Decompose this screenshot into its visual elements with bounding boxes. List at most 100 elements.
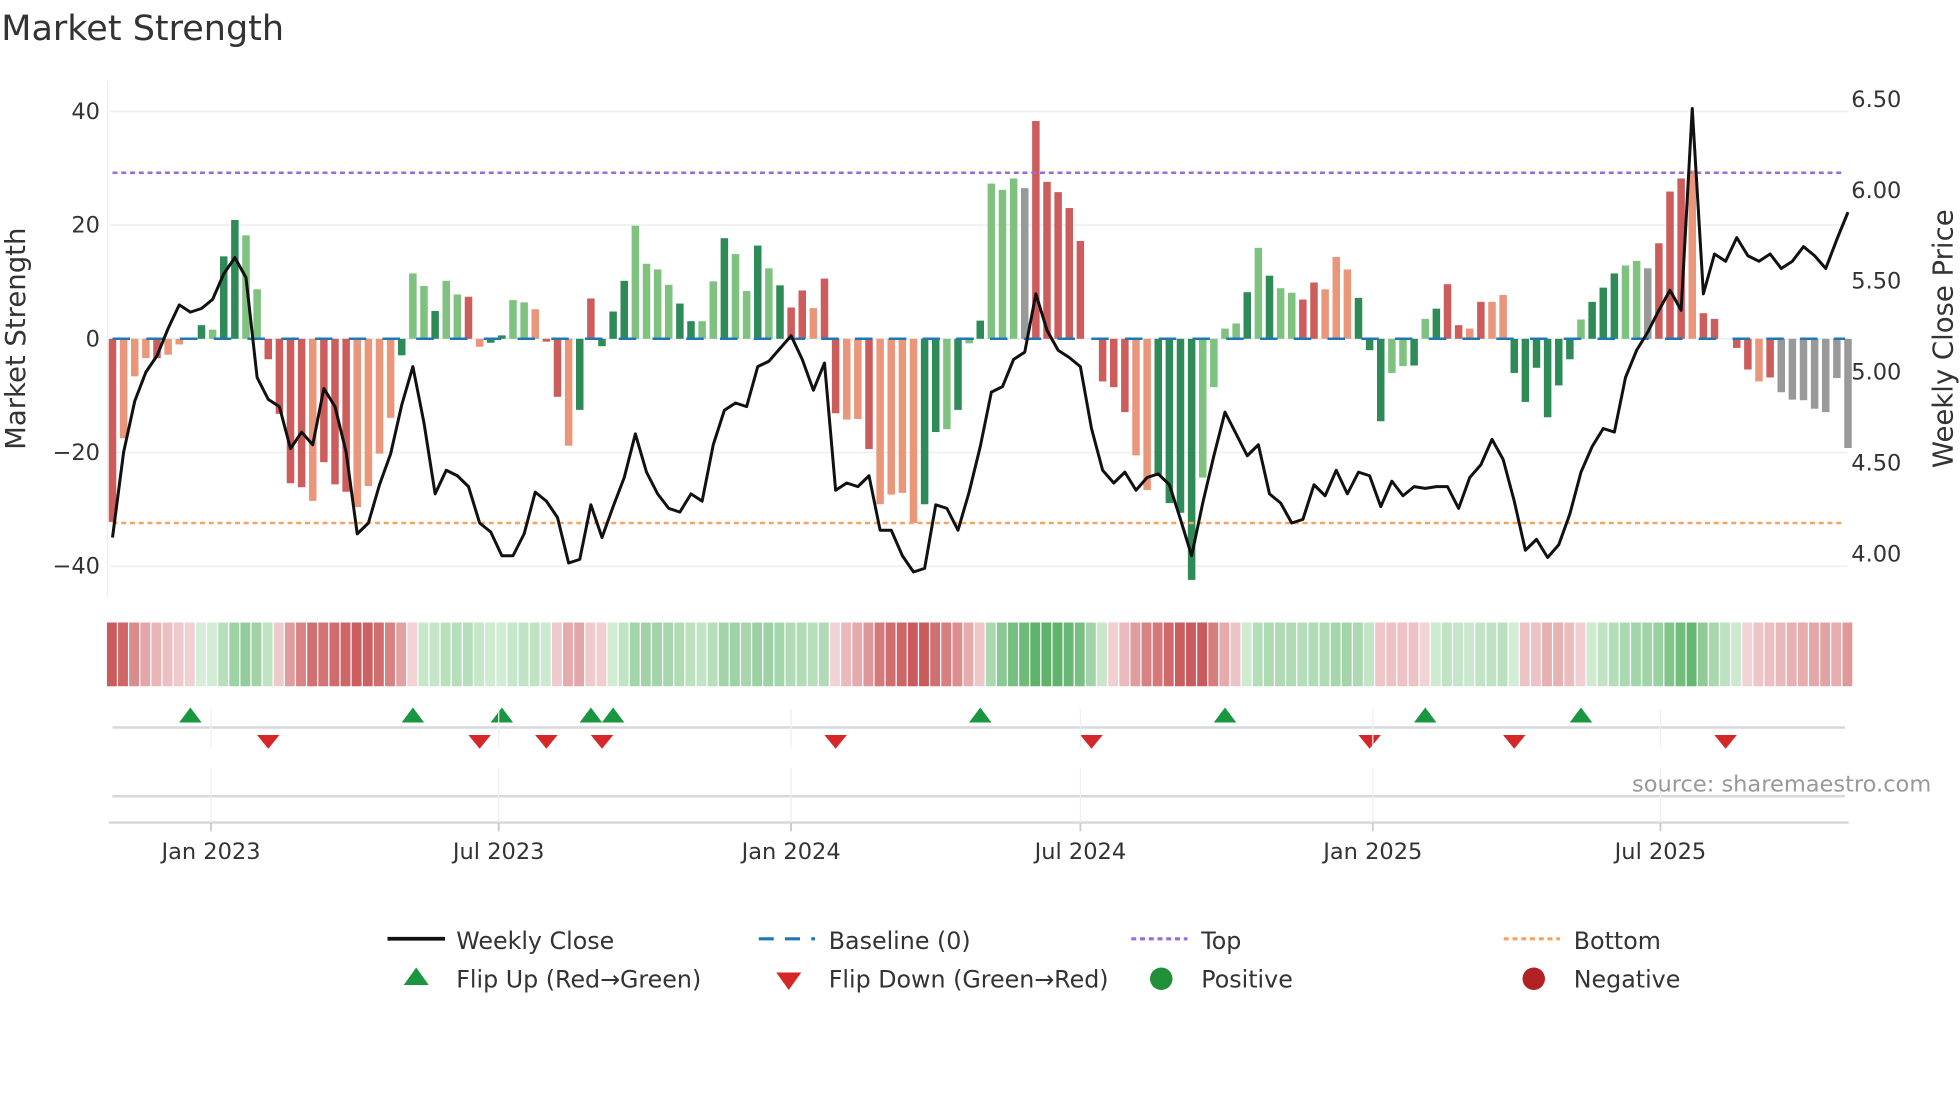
heat-cell [1764, 622, 1775, 687]
strength-bar [720, 238, 729, 339]
strength-bar [1310, 282, 1318, 339]
strength-bar [876, 338, 884, 505]
strength-bar [1388, 338, 1396, 373]
heat-cell [451, 622, 462, 687]
strength-bar [442, 280, 450, 339]
strength-bar [631, 225, 640, 339]
strength-bar [998, 189, 1007, 339]
heat-cell [1642, 622, 1653, 687]
heat-cell [640, 622, 651, 687]
heat-cell [1519, 622, 1530, 687]
strength-bar [464, 296, 473, 339]
heat-cell [1453, 622, 1463, 687]
strength-bar [1421, 318, 1429, 339]
heat-cell [440, 622, 451, 687]
heat-cell [963, 622, 974, 687]
heat-cell [129, 622, 140, 687]
strength-bar [253, 289, 261, 339]
strength-bar [1432, 308, 1441, 339]
strength-bar [1777, 338, 1785, 393]
flip-up-marker [969, 707, 992, 723]
heat-cell [351, 622, 362, 687]
strength-bar [742, 291, 751, 339]
strength-bar [1110, 338, 1118, 388]
strength-bar [297, 338, 306, 488]
strength-bar [1054, 192, 1062, 339]
heat-cell [329, 622, 340, 687]
strength-bar [1288, 292, 1296, 339]
strength-bar [1154, 338, 1162, 475]
legend-flip-down-label: Flip Down (Green→Red) [829, 966, 1109, 994]
heat-cell [296, 622, 306, 687]
strength-bar [820, 278, 829, 339]
heat-cell [907, 622, 918, 687]
strength-bar [1132, 338, 1140, 456]
heat-cell [1497, 622, 1508, 687]
strength-bar [1199, 338, 1207, 478]
heat-cell [707, 622, 718, 687]
strength-bars [108, 121, 1852, 580]
x-axis-ticks: Jan 2023 Jul 2023 Jan 2024 Jul 2024 Jan 2025… [159, 708, 1706, 865]
strength-bar [787, 307, 795, 339]
flip-up-marker [601, 707, 625, 723]
flip-marker-panel [108, 726, 1849, 824]
strength-bar [1788, 338, 1797, 400]
heat-cell [807, 622, 818, 687]
heat-cell [1375, 622, 1386, 687]
strength-bar [731, 254, 740, 339]
market-strength-chart: Market Strength 40 20 0 −20 −40 6.50 6.00 5.50… [0, 9, 1960, 994]
strength-bar [798, 290, 806, 339]
strength-bar [142, 338, 150, 359]
heat-cell [1575, 622, 1586, 687]
strength-bar [1632, 260, 1641, 339]
strength-bar [653, 269, 662, 339]
flip-down-marker [824, 735, 847, 749]
strength-bar [1755, 338, 1763, 382]
heat-cell [340, 622, 351, 687]
strength-bar [1510, 338, 1518, 373]
heat-cell [696, 622, 707, 687]
strength-bar [1844, 338, 1852, 448]
heat-cell [1085, 622, 1096, 687]
heat-cell [207, 622, 217, 687]
heat-cell [1386, 622, 1397, 687]
strength-bar [765, 268, 773, 339]
strength-bar [119, 338, 128, 439]
strength-bar [1610, 273, 1619, 339]
strength-bar [1043, 181, 1051, 339]
strength-bar [1377, 338, 1385, 422]
strength-bar [420, 285, 428, 339]
heat-cell [629, 622, 640, 687]
strength-bar [1577, 319, 1585, 339]
heat-cell [362, 622, 373, 687]
strength-bar [531, 309, 539, 339]
strength-bar [1454, 325, 1463, 339]
heat-cell [718, 622, 729, 687]
strength-bar [1599, 287, 1607, 339]
heat-cell [251, 622, 262, 687]
heat-cell [151, 622, 162, 687]
heat-cell [262, 622, 273, 687]
heat-cell [1174, 622, 1185, 687]
heat-cell [140, 622, 151, 687]
heat-cell [674, 622, 685, 687]
heat-cell [529, 622, 540, 687]
heat-cell [1241, 622, 1252, 687]
flip-up-marker [1213, 707, 1237, 723]
heat-cell [507, 622, 518, 687]
source-label: source: sharemaestro.com [1632, 771, 1931, 797]
x-tick-label: Jan 2023 [159, 839, 260, 865]
strength-bar [665, 284, 673, 339]
heat-cell [985, 622, 996, 687]
heat-cell [652, 622, 662, 687]
heat-cell [1619, 622, 1630, 687]
heat-cell [540, 622, 551, 687]
strength-bar [564, 338, 573, 446]
heat-cell [930, 622, 941, 687]
heat-cell [1608, 622, 1619, 687]
right-axis-ticks: 6.50 6.00 5.50 5.00 4.50 4.00 [1851, 87, 1901, 567]
weekly-close-line [111, 107, 1850, 574]
heat-cell [1820, 622, 1831, 687]
heat-cell [418, 622, 429, 687]
heat-cell [462, 622, 473, 687]
